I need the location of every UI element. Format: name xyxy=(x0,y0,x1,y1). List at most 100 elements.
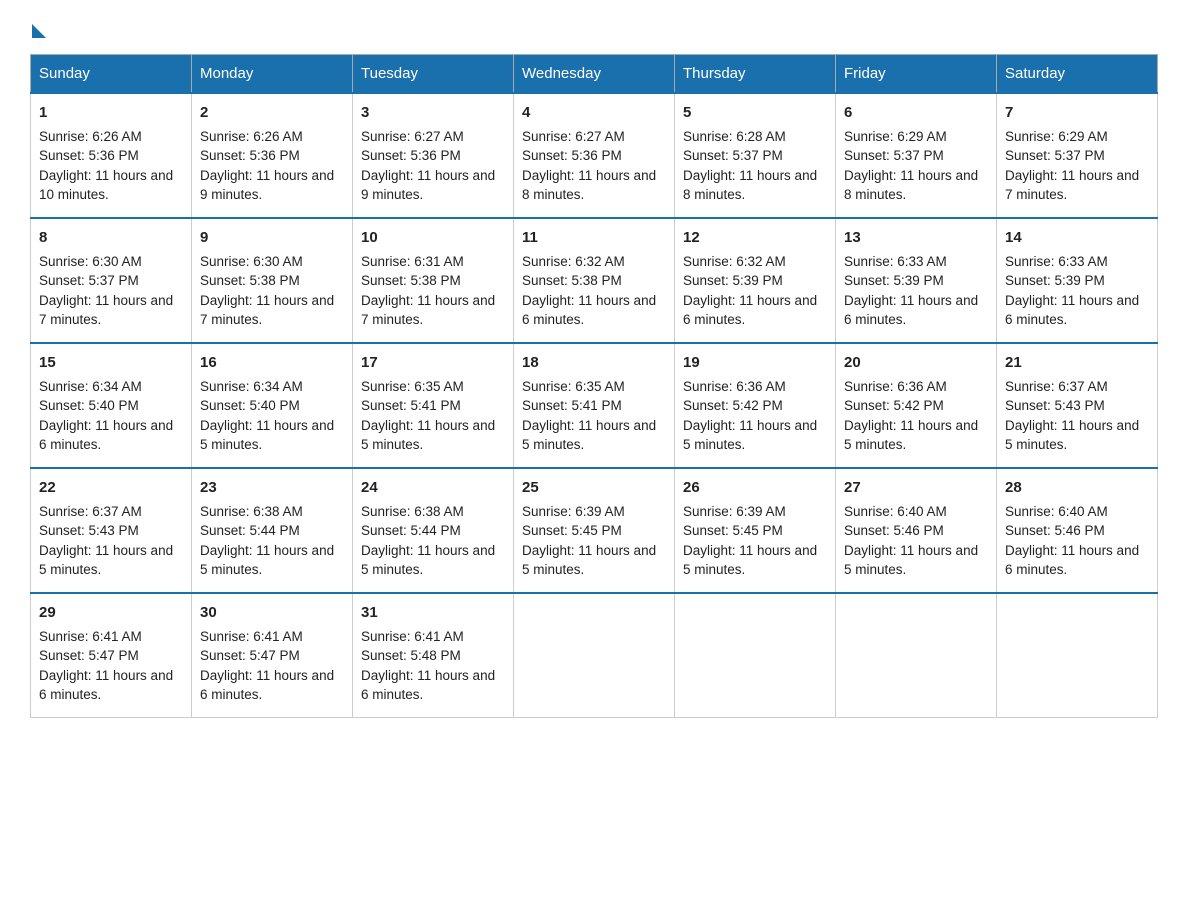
day-number: 17 xyxy=(361,352,505,374)
sunset-label: Sunset: 5:36 PM xyxy=(361,148,461,163)
calendar-cell: 13Sunrise: 6:33 AMSunset: 5:39 PMDayligh… xyxy=(836,218,997,343)
calendar-cell: 5Sunrise: 6:28 AMSunset: 5:37 PMDaylight… xyxy=(675,93,836,218)
daylight-label: Daylight: 11 hours and 7 minutes. xyxy=(200,293,334,328)
sunrise-label: Sunrise: 6:34 AM xyxy=(200,379,303,394)
header-tuesday: Tuesday xyxy=(353,55,514,94)
calendar-table: SundayMondayTuesdayWednesdayThursdayFrid… xyxy=(30,54,1158,718)
day-number: 11 xyxy=(522,227,666,249)
calendar-cell: 29Sunrise: 6:41 AMSunset: 5:47 PMDayligh… xyxy=(31,593,192,718)
sunrise-label: Sunrise: 6:36 AM xyxy=(844,379,947,394)
daylight-label: Daylight: 11 hours and 5 minutes. xyxy=(522,543,656,578)
day-number: 23 xyxy=(200,477,344,499)
daylight-label: Daylight: 11 hours and 8 minutes. xyxy=(844,168,978,203)
sunset-label: Sunset: 5:47 PM xyxy=(39,648,139,663)
day-number: 10 xyxy=(361,227,505,249)
day-number: 22 xyxy=(39,477,183,499)
sunrise-label: Sunrise: 6:26 AM xyxy=(200,129,303,144)
calendar-cell xyxy=(514,593,675,718)
sunset-label: Sunset: 5:39 PM xyxy=(1005,273,1105,288)
sunrise-label: Sunrise: 6:28 AM xyxy=(683,129,786,144)
sunset-label: Sunset: 5:44 PM xyxy=(361,523,461,538)
day-number: 12 xyxy=(683,227,827,249)
daylight-label: Daylight: 11 hours and 8 minutes. xyxy=(522,168,656,203)
sunrise-label: Sunrise: 6:37 AM xyxy=(39,504,142,519)
calendar-cell: 25Sunrise: 6:39 AMSunset: 5:45 PMDayligh… xyxy=(514,468,675,593)
daylight-label: Daylight: 11 hours and 6 minutes. xyxy=(522,293,656,328)
calendar-cell: 7Sunrise: 6:29 AMSunset: 5:37 PMDaylight… xyxy=(997,93,1158,218)
day-number: 6 xyxy=(844,102,988,124)
calendar-cell: 4Sunrise: 6:27 AMSunset: 5:36 PMDaylight… xyxy=(514,93,675,218)
sunset-label: Sunset: 5:38 PM xyxy=(361,273,461,288)
daylight-label: Daylight: 11 hours and 5 minutes. xyxy=(522,418,656,453)
sunrise-label: Sunrise: 6:40 AM xyxy=(844,504,947,519)
daylight-label: Daylight: 11 hours and 5 minutes. xyxy=(39,543,173,578)
daylight-label: Daylight: 11 hours and 5 minutes. xyxy=(200,543,334,578)
daylight-label: Daylight: 11 hours and 5 minutes. xyxy=(683,543,817,578)
header-friday: Friday xyxy=(836,55,997,94)
daylight-label: Daylight: 11 hours and 6 minutes. xyxy=(200,668,334,703)
sunset-label: Sunset: 5:43 PM xyxy=(39,523,139,538)
daylight-label: Daylight: 11 hours and 10 minutes. xyxy=(39,168,173,203)
day-number: 3 xyxy=(361,102,505,124)
calendar-cell: 15Sunrise: 6:34 AMSunset: 5:40 PMDayligh… xyxy=(31,343,192,468)
week-row-1: 1 Sunrise: 6:26 AM Sunset: 5:36 PM Daylight… xyxy=(31,93,1158,218)
week-row-3: 15Sunrise: 6:34 AMSunset: 5:40 PMDayligh… xyxy=(31,343,1158,468)
sunset-label: Sunset: 5:37 PM xyxy=(844,148,944,163)
day-number: 29 xyxy=(39,602,183,624)
calendar-cell: 21Sunrise: 6:37 AMSunset: 5:43 PMDayligh… xyxy=(997,343,1158,468)
calendar-cell: 31Sunrise: 6:41 AMSunset: 5:48 PMDayligh… xyxy=(353,593,514,718)
day-number: 27 xyxy=(844,477,988,499)
calendar-cell: 11Sunrise: 6:32 AMSunset: 5:38 PMDayligh… xyxy=(514,218,675,343)
day-number: 30 xyxy=(200,602,344,624)
sunset-label: Sunset: 5:36 PM xyxy=(39,148,139,163)
logo-triangle-icon xyxy=(32,24,46,38)
daylight-label: Daylight: 11 hours and 5 minutes. xyxy=(200,418,334,453)
sunset-label: Sunset: 5:40 PM xyxy=(200,398,300,413)
daylight-label: Daylight: 11 hours and 7 minutes. xyxy=(361,293,495,328)
calendar-cell: 20Sunrise: 6:36 AMSunset: 5:42 PMDayligh… xyxy=(836,343,997,468)
daylight-label: Daylight: 11 hours and 6 minutes. xyxy=(844,293,978,328)
day-number: 19 xyxy=(683,352,827,374)
calendar-cell: 27Sunrise: 6:40 AMSunset: 5:46 PMDayligh… xyxy=(836,468,997,593)
sunrise-label: Sunrise: 6:34 AM xyxy=(39,379,142,394)
calendar-cell: 6Sunrise: 6:29 AMSunset: 5:37 PMDaylight… xyxy=(836,93,997,218)
sunrise-label: Sunrise: 6:27 AM xyxy=(522,129,625,144)
daylight-label: Daylight: 11 hours and 6 minutes. xyxy=(361,668,495,703)
day-number: 18 xyxy=(522,352,666,374)
sunrise-label: Sunrise: 6:38 AM xyxy=(200,504,303,519)
sunset-label: Sunset: 5:46 PM xyxy=(844,523,944,538)
calendar-cell: 24Sunrise: 6:38 AMSunset: 5:44 PMDayligh… xyxy=(353,468,514,593)
week-row-2: 8Sunrise: 6:30 AMSunset: 5:37 PMDaylight… xyxy=(31,218,1158,343)
day-number: 9 xyxy=(200,227,344,249)
daylight-label: Daylight: 11 hours and 6 minutes. xyxy=(683,293,817,328)
sunrise-label: Sunrise: 6:41 AM xyxy=(39,629,142,644)
header-wednesday: Wednesday xyxy=(514,55,675,94)
sunset-label: Sunset: 5:37 PM xyxy=(683,148,783,163)
week-row-5: 29 Sunrise: 6:41 AM Sunset: 5:47 PM Dayligh… xyxy=(31,593,1158,718)
sunset-label: Sunset: 5:37 PM xyxy=(1005,148,1105,163)
daylight-label: Daylight: 11 hours and 8 minutes. xyxy=(683,168,817,203)
sunrise-label: Sunrise: 6:39 AM xyxy=(683,504,786,519)
daylight-label: Daylight: 11 hours and 7 minutes. xyxy=(1005,168,1139,203)
sunset-label: Sunset: 5:44 PM xyxy=(200,523,300,538)
sunrise-label: Sunrise: 6:32 AM xyxy=(683,254,786,269)
day-number: 31 xyxy=(361,602,505,624)
calendar-cell: 26Sunrise: 6:39 AMSunset: 5:45 PMDayligh… xyxy=(675,468,836,593)
daylight-label: Daylight: 11 hours and 6 minutes. xyxy=(1005,543,1139,578)
day-number: 21 xyxy=(1005,352,1149,374)
day-number: 13 xyxy=(844,227,988,249)
sunrise-label: Sunrise: 6:27 AM xyxy=(361,129,464,144)
sunrise-label: Sunrise: 6:36 AM xyxy=(683,379,786,394)
day-number: 1 xyxy=(39,102,183,124)
sunrise-label: Sunrise: 6:38 AM xyxy=(361,504,464,519)
day-number: 8 xyxy=(39,227,183,249)
sunset-label: Sunset: 5:38 PM xyxy=(200,273,300,288)
sunset-label: Sunset: 5:46 PM xyxy=(1005,523,1105,538)
calendar-cell: 22 Sunrise: 6:37 AM Sunset: 5:43 PM Dayligh… xyxy=(31,468,192,593)
header-monday: Monday xyxy=(192,55,353,94)
sunrise-label: Sunrise: 6:32 AM xyxy=(522,254,625,269)
sunrise-label: Sunrise: 6:41 AM xyxy=(361,629,464,644)
daylight-label: Daylight: 11 hours and 5 minutes. xyxy=(361,543,495,578)
daylight-label: Daylight: 11 hours and 7 minutes. xyxy=(39,293,173,328)
calendar-cell xyxy=(836,593,997,718)
